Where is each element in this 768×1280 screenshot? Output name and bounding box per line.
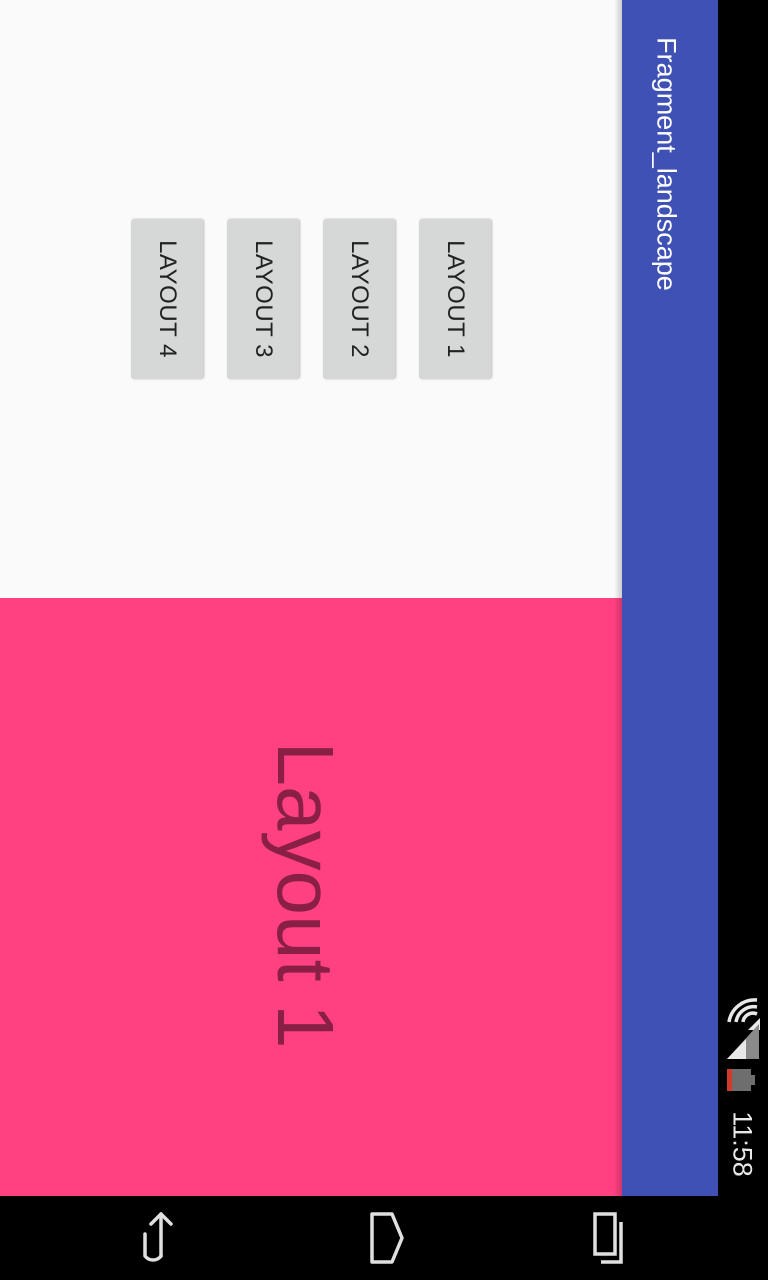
layout-4-button[interactable]: LAYOUT 4 (131, 219, 203, 379)
home-icon[interactable] (354, 1206, 418, 1270)
layout-4-button-label: LAYOUT 4 (154, 240, 181, 358)
layout-2-button[interactable]: LAYOUT 2 (323, 219, 395, 379)
status-time: 11:58 (727, 1111, 758, 1177)
back-icon[interactable] (129, 1206, 193, 1270)
layout-1-button-label: LAYOUT 1 (442, 240, 469, 358)
button-panel (0, 0, 622, 598)
device-screen: LAYOUT 1 LAYOUT 2 LAYOUT 3 LAYOUT 4 Layo… (0, 0, 768, 1280)
recents-icon[interactable] (577, 1206, 641, 1270)
layout-2-button-label: LAYOUT 2 (346, 240, 373, 358)
app-title: Fragment_landscape (651, 37, 682, 291)
battery-icon (727, 1069, 755, 1091)
layout-display-text: Layout 1 (261, 741, 350, 1049)
signal-icon (727, 1024, 759, 1059)
layout-3-button[interactable]: LAYOUT 3 (227, 219, 299, 379)
layout-1-button[interactable]: LAYOUT 1 (419, 219, 491, 379)
layout-3-button-label: LAYOUT 3 (250, 240, 277, 358)
